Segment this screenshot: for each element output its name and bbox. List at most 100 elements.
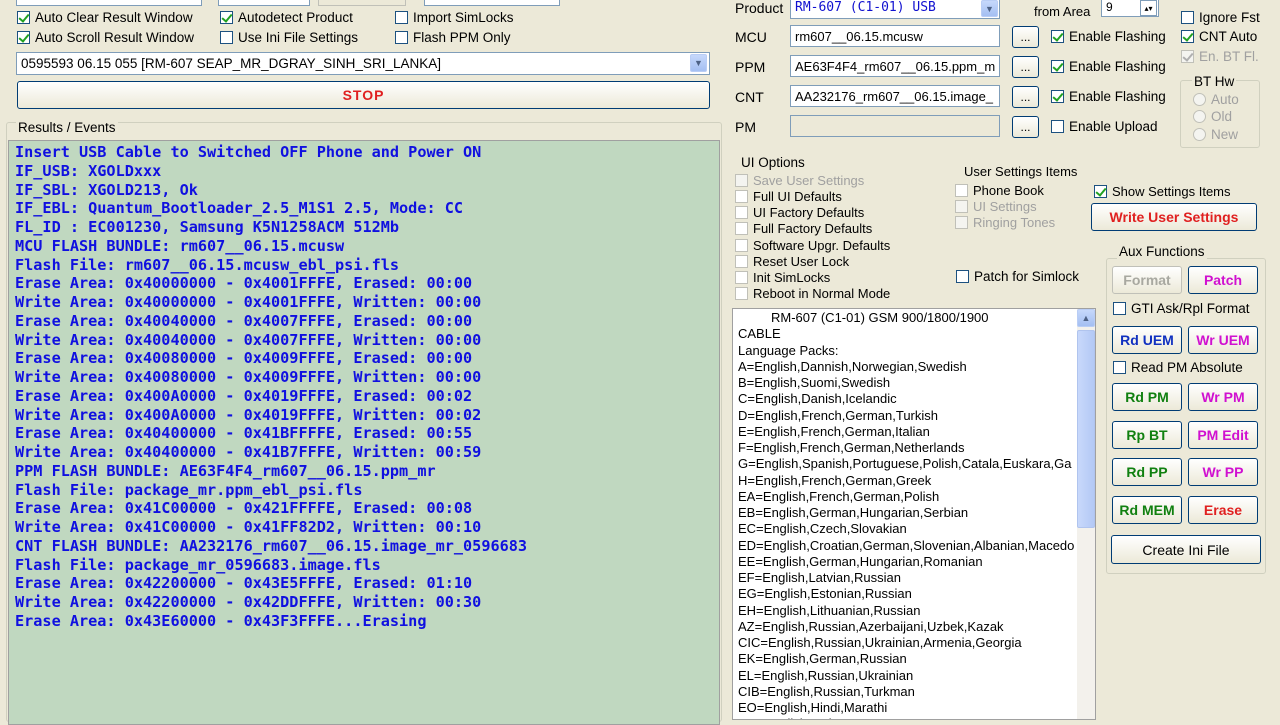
results-log[interactable]: Insert USB Cable to Switched OFF Phone a… — [8, 140, 720, 725]
patch-button[interactable]: Patch — [1188, 266, 1258, 294]
bt-new-radio[interactable]: New — [1193, 127, 1238, 142]
log-line: Flash File: package_mr.ppm_ebl_psi.fls — [15, 480, 363, 499]
phone-book-label: Phone Book — [973, 183, 1044, 198]
wr-pm-button[interactable]: Wr PM — [1188, 383, 1258, 411]
cnt-auto-label: CNT Auto — [1199, 29, 1258, 44]
chevron-down-icon[interactable]: ▼ — [690, 54, 707, 72]
info-line: EQ=English,Urdu,... — [738, 716, 1095, 719]
auto-clear-checkbox[interactable]: Auto Clear Result Window — [17, 10, 193, 25]
pm-enable-upload-checkbox[interactable]: Enable Upload — [1051, 119, 1158, 134]
info-line: CIB=English,Russian,Turkman — [738, 683, 915, 699]
write-user-settings-button[interactable]: Write User Settings — [1091, 203, 1257, 231]
rd-pm-button[interactable]: Rd PM — [1112, 383, 1182, 411]
info-line: G=English,Spanish,Portuguese,Polish,Cata… — [738, 456, 1072, 472]
show-settings-checkbox[interactable]: Show Settings Items — [1094, 184, 1231, 199]
full-ui-defaults-label: Full UI Defaults — [753, 189, 842, 204]
mcu-label: MCU — [735, 29, 767, 45]
rd-mem-button[interactable]: Rd MEM — [1112, 496, 1182, 524]
ppm-file-field[interactable]: AE63F4F4_rm607__06.15.ppm_m — [790, 55, 1000, 77]
pm-file-field[interactable] — [790, 115, 1000, 137]
use-ini-checkbox[interactable]: Use Ini File Settings — [220, 30, 358, 45]
checkbox-box — [735, 271, 748, 284]
full-factory-defaults-checkbox[interactable]: Full Factory Defaults — [735, 221, 872, 236]
reset-user-lock-checkbox[interactable]: Reset User Lock — [735, 254, 849, 269]
wr-uem-button[interactable]: Wr UEM — [1188, 326, 1258, 354]
wr-pp-button[interactable]: Wr PP — [1188, 458, 1258, 486]
checkbox-box — [220, 11, 233, 24]
cnt-browse-button[interactable]: ... — [1012, 86, 1039, 108]
rp-bt-button[interactable]: Rp BT — [1112, 421, 1182, 449]
checkbox-box — [1051, 60, 1064, 73]
checkbox-box — [955, 216, 968, 229]
flash-ppm-only-checkbox[interactable]: Flash PPM Only — [395, 30, 511, 45]
checkbox-box — [1181, 11, 1194, 24]
bt-old-radio[interactable]: Old — [1193, 109, 1232, 124]
pm-browse-button[interactable]: ... — [1012, 116, 1039, 138]
cnt-file-field[interactable]: AA232176_rm607__06.15.image_ — [790, 85, 1000, 107]
top-partial-field-3 — [318, 0, 406, 6]
ui-settings-checkbox[interactable]: UI Settings — [955, 199, 1037, 214]
autodetect-checkbox[interactable]: Autodetect Product — [220, 10, 353, 25]
mcu-browse-button[interactable]: ... — [1012, 26, 1039, 48]
auto-scroll-checkbox[interactable]: Auto Scroll Result Window — [17, 30, 194, 45]
log-line: Erase Area: 0x42200000 - 0x43E5FFFE, Era… — [15, 574, 473, 593]
rd-uem-button[interactable]: Rd UEM — [1112, 326, 1182, 354]
info-line: AZ=English,Russian,Azerbaijani,Uzbek,Kaz… — [738, 618, 1004, 634]
read-pm-absolute-checkbox[interactable]: Read PM Absolute — [1113, 360, 1243, 375]
product-select[interactable]: RM-607 (C1-01) USB — [790, 0, 1000, 19]
info-line: EK=English,German,Russian — [738, 651, 907, 667]
checkbox-box — [735, 287, 748, 300]
log-line: Erase Area: 0x40080000 - 0x4009FFFE, Era… — [15, 349, 473, 368]
reboot-normal-checkbox[interactable]: Reboot in Normal Mode — [735, 286, 890, 301]
rd-pp-button[interactable]: Rd PP — [1112, 458, 1182, 486]
stop-button[interactable]: STOP — [17, 81, 710, 109]
checkbox-box — [735, 174, 748, 187]
en-bt-fl-checkbox[interactable]: En. BT Fl. — [1181, 49, 1259, 64]
log-line: FL_ID : EC001230, Samsung K5N1258ACM 512… — [15, 218, 400, 236]
ignore-fst-label: Ignore Fst — [1199, 10, 1260, 25]
log-line: Write Area: 0x40080000 - 0x4009FFFE, Wri… — [15, 368, 482, 386]
ignore-fst-checkbox[interactable]: Ignore Fst — [1181, 10, 1260, 25]
scrollbar-thumb[interactable] — [1077, 330, 1095, 528]
log-line: Write Area: 0x41C00000 - 0x41FF82D2, Wri… — [15, 518, 482, 536]
scroll-up-icon[interactable]: ▲ — [1077, 309, 1095, 327]
ui-settings-label: UI Settings — [973, 199, 1037, 214]
top-partial-field-2 — [218, 0, 310, 6]
save-user-settings-checkbox[interactable]: Save User Settings — [735, 173, 864, 188]
ppm-enable-flashing-label: Enable Flashing — [1069, 59, 1166, 74]
mcu-file-field[interactable]: rm607__06.15.mcusw — [790, 25, 1000, 47]
cnt-file-value: AA232176_rm607__06.15.image_ — [795, 89, 994, 104]
ringing-tones-checkbox[interactable]: Ringing Tones — [955, 215, 1055, 230]
chevron-down-icon[interactable]: ▼ — [981, 0, 998, 17]
read-pm-absolute-label: Read PM Absolute — [1131, 360, 1243, 375]
ui-factory-defaults-checkbox[interactable]: UI Factory Defaults — [735, 205, 864, 220]
ppm-browse-button[interactable]: ... — [1012, 56, 1039, 78]
phone-info-list[interactable]: RM-607 (C1-01) GSM 900/1800/1900 CABLE Lan… — [732, 308, 1096, 720]
firmware-select[interactable]: 0595593 06.15 055 [RM-607 SEAP_MR_DGRAY_… — [16, 52, 710, 75]
format-button[interactable]: Format — [1112, 266, 1182, 294]
checkbox-box — [1051, 30, 1064, 43]
full-ui-defaults-checkbox[interactable]: Full UI Defaults — [735, 189, 842, 204]
phone-book-checkbox[interactable]: Phone Book — [955, 183, 1044, 198]
spin-up-down-icon[interactable]: ▴▾ — [1140, 0, 1157, 16]
patch-simlock-checkbox[interactable]: Patch for Simlock — [956, 269, 1079, 284]
mcu-enable-flashing-checkbox[interactable]: Enable Flashing — [1051, 29, 1166, 44]
info-line: EB=English,German,Hungarian,Serbian — [738, 505, 969, 520]
init-simlocks-checkbox[interactable]: Init SimLocks — [735, 270, 830, 285]
erase-button[interactable]: Erase — [1188, 496, 1258, 524]
info-line: CIC=English,Russian,Ukrainian,Armenia,Ge… — [738, 635, 1022, 650]
cnt-auto-checkbox[interactable]: CNT Auto — [1181, 29, 1257, 44]
create-ini-button[interactable]: Create Ini File — [1111, 535, 1261, 564]
bt-auto-radio[interactable]: Auto — [1193, 92, 1239, 107]
pm-edit-button[interactable]: PM Edit — [1188, 421, 1258, 449]
gti-ask-checkbox[interactable]: GTI Ask/Rpl Format — [1113, 301, 1250, 316]
checkbox-box — [955, 200, 968, 213]
import-simlocks-checkbox[interactable]: Import SimLocks — [395, 10, 514, 25]
cnt-enable-flashing-checkbox[interactable]: Enable Flashing — [1051, 89, 1166, 104]
software-upgr-defaults-checkbox[interactable]: Software Upgr. Defaults — [735, 238, 890, 253]
use-ini-label: Use Ini File Settings — [238, 30, 359, 45]
ppm-enable-flashing-checkbox[interactable]: Enable Flashing — [1051, 59, 1166, 74]
aux-functions-title: Aux Functions — [1117, 244, 1207, 259]
info-line: EG=English,Estonian,Russian — [738, 586, 912, 602]
full-factory-defaults-label: Full Factory Defaults — [753, 221, 873, 236]
